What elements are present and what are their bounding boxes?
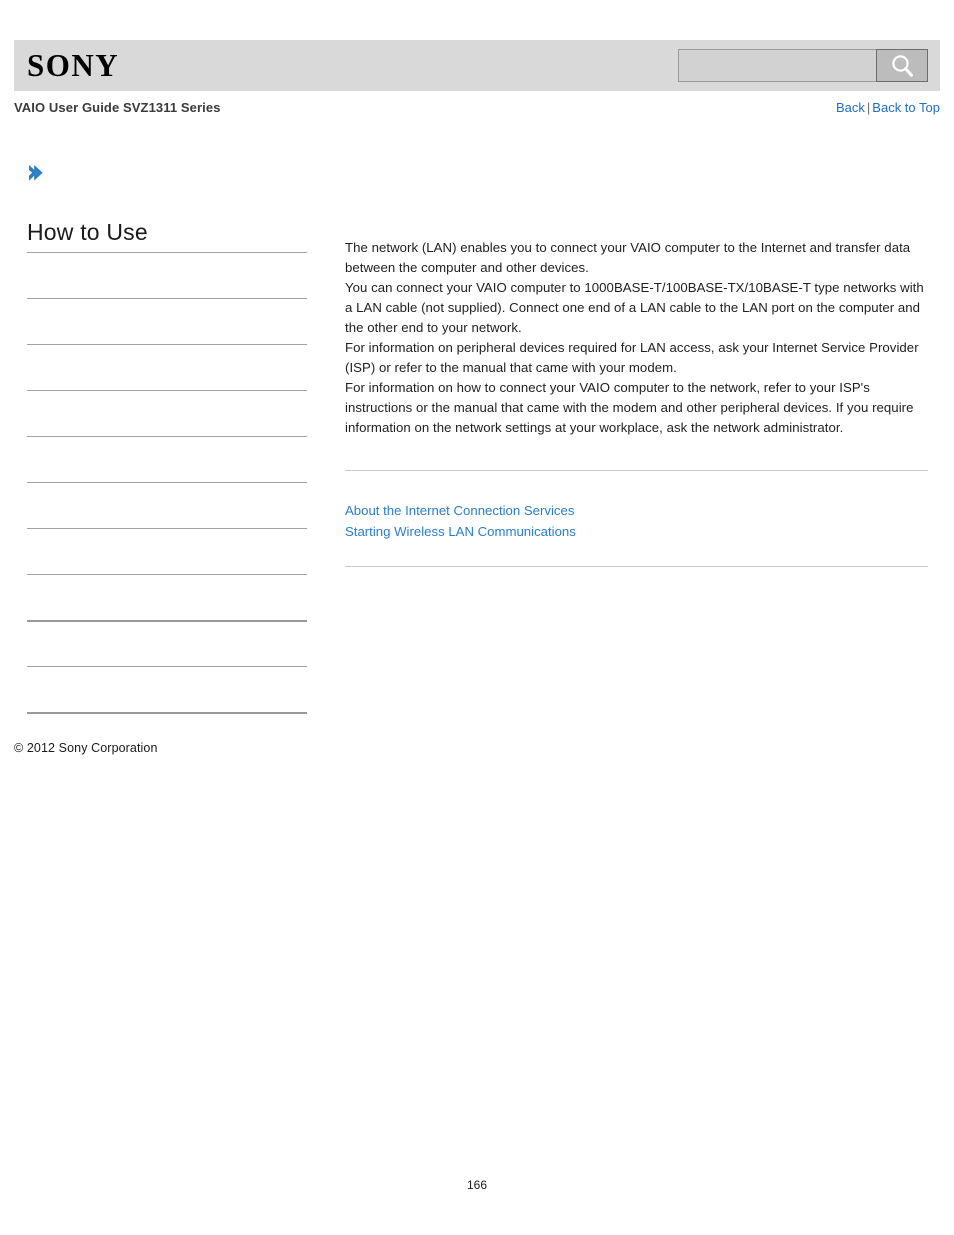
sidebar-item-5[interactable]: [27, 436, 307, 482]
content-divider-bottom: [345, 566, 928, 567]
search-icon: [889, 53, 915, 79]
sidebar-item-3[interactable]: [27, 344, 307, 390]
body-paragraph-1: The network (LAN) enables you to connect…: [345, 240, 911, 275]
page-title: VAIO User Guide SVZ1311 Series: [14, 100, 221, 115]
sidebar: How to Use: [27, 218, 307, 714]
copyright-text: © 2012 Sony Corporation: [14, 741, 158, 755]
related-links-list: About the Internet Connection Services S…: [345, 500, 928, 542]
sidebar-nav-list: [27, 252, 307, 714]
body-paragraph-3: For information on peripheral devices re…: [345, 340, 919, 375]
list-item[interactable]: Starting Wireless LAN Communications: [345, 521, 928, 542]
sidebar-item-9[interactable]: [27, 620, 307, 666]
body-paragraph-2: You can connect your VAIO computer to 10…: [345, 280, 924, 335]
back-link[interactable]: Back: [836, 100, 865, 115]
sony-logo: SONY: [27, 47, 120, 84]
sidebar-list-end-rule: [27, 712, 307, 714]
search-button[interactable]: [876, 49, 928, 82]
related-link-internet-connection-services[interactable]: About the Internet Connection Services: [345, 503, 574, 518]
search-input[interactable]: [678, 49, 876, 82]
chevron-right-icon[interactable]: [24, 162, 46, 184]
body-paragraph-4: For information on how to connect your V…: [345, 380, 914, 435]
sidebar-item-8[interactable]: [27, 574, 307, 620]
search-form: [678, 49, 928, 82]
main-content: The network (LAN) enables you to connect…: [345, 238, 928, 567]
sidebar-item-2[interactable]: [27, 298, 307, 344]
sidebar-item-1[interactable]: [27, 252, 307, 298]
site-header: SONY: [14, 40, 940, 91]
header-nav: Back | Back to Top: [836, 100, 940, 115]
page-number: 166: [466, 1178, 488, 1192]
list-item[interactable]: About the Internet Connection Services: [345, 500, 928, 521]
sidebar-item-7[interactable]: [27, 528, 307, 574]
sidebar-item-4[interactable]: [27, 390, 307, 436]
related-link-wireless-lan-communications[interactable]: Starting Wireless LAN Communications: [345, 524, 576, 539]
sidebar-heading: How to Use: [27, 219, 148, 245]
back-to-top-link[interactable]: Back to Top: [872, 100, 940, 115]
sidebar-item-10[interactable]: [27, 666, 307, 712]
title-row: VAIO User Guide SVZ1311 Series Back | Back…: [14, 100, 940, 122]
sidebar-item-6[interactable]: [27, 482, 307, 528]
